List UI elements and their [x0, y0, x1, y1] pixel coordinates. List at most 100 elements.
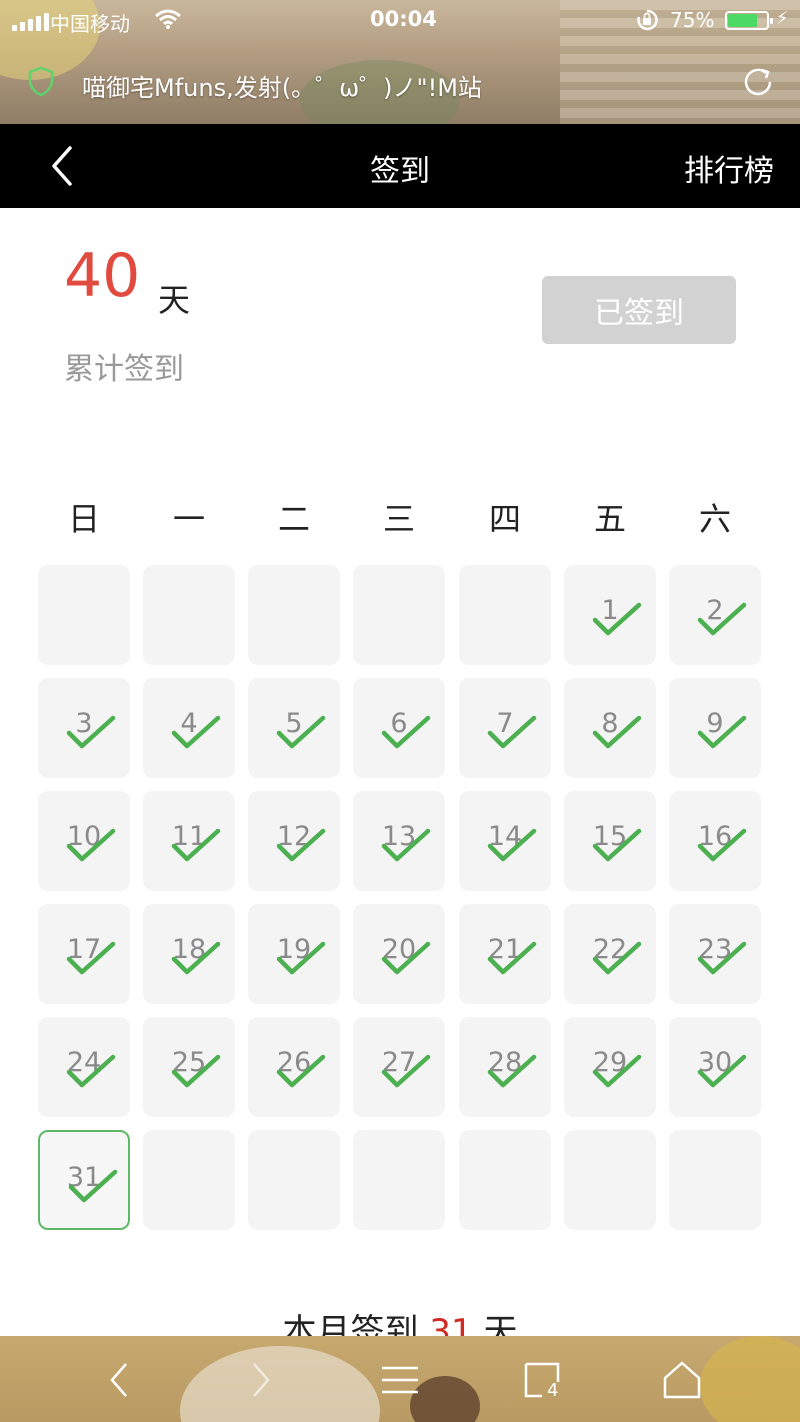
checkmark-icon — [592, 715, 642, 749]
checkmark-icon — [276, 715, 326, 749]
checkmark-icon — [381, 941, 431, 975]
checkmark-icon — [171, 1054, 221, 1088]
checkmark-icon — [276, 941, 326, 975]
checkmark-icon — [66, 1054, 116, 1088]
checkmark-icon — [487, 1054, 537, 1088]
clock: 00:04 — [370, 7, 437, 31]
back-arrow-icon[interactable] — [100, 1360, 140, 1400]
page-url-title[interactable]: 喵御宅Mfuns,发射(。゜ω゜)ノ"!M站 — [82, 68, 482, 103]
weekday-label: 三 — [382, 500, 415, 538]
carrier-name: 中国移动 — [50, 12, 130, 36]
calendar-day[interactable]: 29 — [564, 1017, 656, 1117]
rotation-lock-icon — [637, 9, 658, 31]
calendar-day[interactable]: 1 — [564, 565, 656, 665]
checkmark-icon — [592, 602, 642, 636]
calendar-day[interactable]: 6 — [353, 678, 445, 778]
page-title: 签到 — [370, 154, 430, 189]
checkmark-icon — [381, 1054, 431, 1088]
checkmark-icon — [66, 941, 116, 975]
checkmark-icon — [66, 715, 116, 749]
checkmark-icon — [487, 941, 537, 975]
battery-percent: 75% — [670, 8, 715, 32]
weekday-label: 二 — [277, 500, 310, 538]
weekday-label: 日 — [67, 500, 100, 538]
calendar-day[interactable]: 17 — [38, 904, 130, 1004]
calendar-empty-cell — [248, 565, 340, 665]
calendar-day[interactable]: 11 — [143, 791, 235, 891]
calendar-day[interactable]: 16 — [669, 791, 761, 891]
calendar-day[interactable]: 5 — [248, 678, 340, 778]
checkmark-icon — [592, 1054, 642, 1088]
calendar-day[interactable]: 9 — [669, 678, 761, 778]
calendar-day[interactable]: 3 — [38, 678, 130, 778]
calendar-day[interactable]: 18 — [143, 904, 235, 1004]
calendar-empty-cell — [248, 1130, 340, 1230]
checkmark-icon — [171, 941, 221, 975]
nav-header: 签到 排行榜 — [0, 124, 800, 208]
tab-count: 4 — [547, 1380, 559, 1401]
calendar-empty-cell — [38, 565, 130, 665]
status-bar: 中国移动 00:04 75% ⚡ — [0, 0, 800, 40]
checkmark-icon — [276, 1054, 326, 1088]
calendar-day[interactable]: 21 — [459, 904, 551, 1004]
weekday-label: 六 — [698, 500, 731, 538]
calendar-day[interactable]: 25 — [143, 1017, 235, 1117]
browser-toolbar — [0, 1336, 800, 1422]
calendar-empty-cell — [143, 1130, 235, 1230]
calendar-day[interactable]: 23 — [669, 904, 761, 1004]
weekday-label: 一 — [172, 500, 205, 538]
refresh-icon[interactable] — [740, 64, 776, 100]
shield-icon — [28, 66, 54, 96]
leaderboard-link[interactable]: 排行榜 — [684, 146, 774, 190]
calendar-day[interactable]: 28 — [459, 1017, 551, 1117]
checkmark-icon — [697, 715, 747, 749]
calendar-empty-cell — [564, 1130, 656, 1230]
calendar-day[interactable]: 4 — [143, 678, 235, 778]
menu-icon[interactable] — [380, 1360, 420, 1400]
calendar-empty-cell — [353, 565, 445, 665]
calendar-day[interactable]: 2 — [669, 565, 761, 665]
calendar-empty-cell — [353, 1130, 445, 1230]
checkmark-icon — [592, 828, 642, 862]
wifi-icon — [155, 9, 181, 29]
calendar-day[interactable]: 24 — [38, 1017, 130, 1117]
url-bar[interactable]: 喵御宅Mfuns,发射(。゜ω゜)ノ"!M站 — [0, 56, 800, 112]
checkmark-icon — [697, 1054, 747, 1088]
checkmark-icon — [276, 828, 326, 862]
calendar-day[interactable]: 26 — [248, 1017, 340, 1117]
checkmark-icon — [697, 602, 747, 636]
calendar-day[interactable]: 10 — [38, 791, 130, 891]
calendar-empty-cell — [669, 1130, 761, 1230]
calendar-day[interactable]: 20 — [353, 904, 445, 1004]
forward-arrow-icon[interactable] — [240, 1360, 280, 1400]
checkmark-icon — [381, 715, 431, 749]
checkmark-icon — [171, 715, 221, 749]
charging-icon: ⚡ — [776, 8, 789, 29]
checkmark-icon — [487, 828, 537, 862]
calendar-day[interactable]: 15 — [564, 791, 656, 891]
weekday-label: 四 — [488, 500, 521, 538]
calendar-day[interactable]: 14 — [459, 791, 551, 891]
battery-icon — [725, 11, 773, 30]
home-icon[interactable] — [662, 1360, 702, 1400]
checkmark-icon — [487, 715, 537, 749]
calendar-day[interactable]: 12 — [248, 791, 340, 891]
calendar-day[interactable]: 19 — [248, 904, 340, 1004]
checkmark-icon — [66, 828, 116, 862]
total-checkin-days: 40 — [64, 241, 141, 311]
signed-in-button[interactable]: 已签到 — [542, 276, 736, 344]
total-checkin-label: 累计签到 — [64, 352, 184, 387]
calendar-day[interactable]: 22 — [564, 904, 656, 1004]
weekday-label: 五 — [593, 500, 626, 538]
calendar-empty-cell — [143, 565, 235, 665]
checkmark-icon — [697, 828, 747, 862]
calendar-day[interactable]: 27 — [353, 1017, 445, 1117]
checkmark-icon — [592, 941, 642, 975]
calendar-day[interactable]: 30 — [669, 1017, 761, 1117]
calendar-day[interactable]: 7 — [459, 678, 551, 778]
calendar-day[interactable]: 13 — [353, 791, 445, 891]
calendar-day[interactable]: 31 — [38, 1130, 130, 1230]
calendar-empty-cell — [459, 565, 551, 665]
calendar-day[interactable]: 8 — [564, 678, 656, 778]
checkmark-icon — [697, 941, 747, 975]
